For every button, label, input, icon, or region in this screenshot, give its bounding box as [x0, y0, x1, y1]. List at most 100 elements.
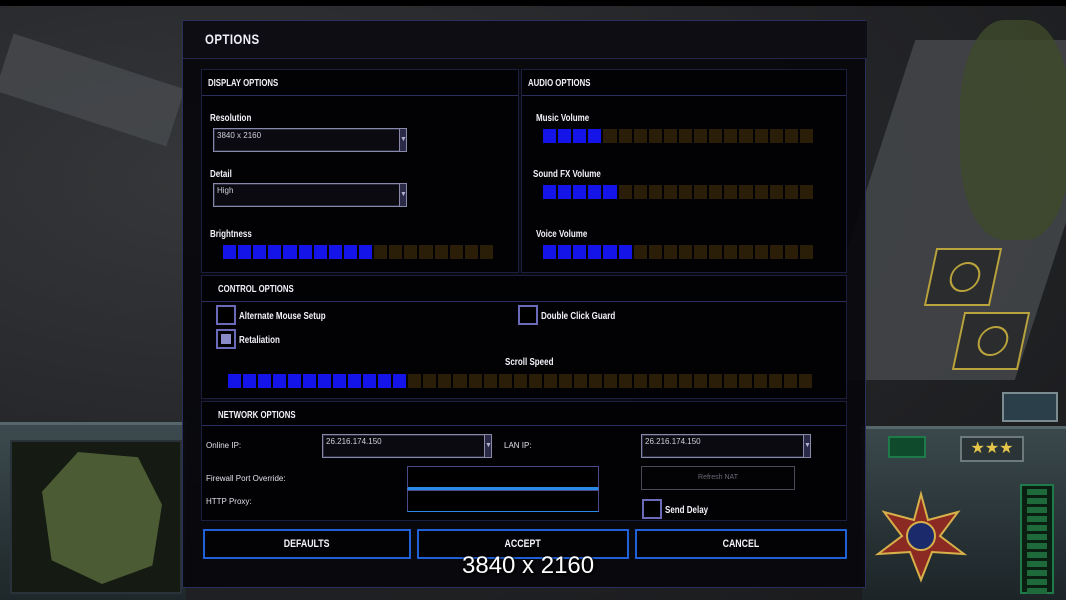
- resolution-label: Resolution: [210, 113, 252, 124]
- resolution-dropdown[interactable]: 3840 x 2160 ▼: [213, 128, 407, 152]
- slider-segment: [543, 185, 557, 199]
- slider-segment: [754, 129, 768, 143]
- slider-segment: [333, 374, 347, 388]
- minimap-terrain: [42, 452, 162, 584]
- slider-segment: [453, 374, 467, 388]
- slider-segment: [618, 245, 632, 259]
- slider-segment: [498, 374, 512, 388]
- triangle-down-icon: ▼: [399, 184, 407, 206]
- sound-fx-volume-slider[interactable]: [543, 185, 813, 199]
- lan-ip-value: 26.216.174.150: [645, 437, 701, 446]
- panel-header: CONTROL OPTIONS: [202, 276, 846, 302]
- refresh-nat-button[interactable]: Refresh NAT: [641, 466, 795, 490]
- slider-segment: [303, 374, 317, 388]
- slider-segment: [618, 185, 632, 199]
- slider-segment: [374, 245, 388, 259]
- lan-ip-dropdown[interactable]: 26.216.174.150 ▼: [641, 434, 811, 458]
- slider-segment: [663, 374, 677, 388]
- control-options-panel: CONTROL OPTIONS Alternate Mouse Setup Re…: [201, 275, 847, 399]
- slider-segment: [648, 245, 662, 259]
- slider-segment: [633, 129, 647, 143]
- display-options-panel: DISPLAY OPTIONS Resolution 3840 x 2160 ▼…: [201, 69, 519, 273]
- slider-segment: [328, 245, 342, 259]
- chevron-down-icon[interactable]: [888, 436, 926, 458]
- slider-segment: [449, 245, 463, 259]
- slider-segment: [724, 245, 738, 259]
- slider-segment: [358, 245, 373, 259]
- slider-segment: [663, 245, 677, 259]
- slider-segment: [754, 374, 768, 388]
- voice-volume-slider[interactable]: [543, 245, 813, 259]
- defaults-button[interactable]: DEFAULTS: [203, 529, 411, 559]
- slider-segment: [618, 374, 632, 388]
- alternate-mouse-setup-checkbox[interactable]: [216, 305, 236, 325]
- helipad: [951, 312, 1031, 370]
- unit-portrait-icon[interactable]: [1002, 392, 1058, 422]
- slider-segment: [543, 129, 557, 143]
- scroll-speed-slider[interactable]: [228, 374, 813, 388]
- lan-ip-label: LAN IP:: [504, 441, 532, 450]
- slider-segment: [288, 374, 302, 388]
- slider-segment: [739, 129, 753, 143]
- faction-emblem-icon: [874, 490, 968, 583]
- slider-segment: [603, 245, 617, 259]
- slider-segment: [603, 129, 617, 143]
- control-options-title: CONTROL OPTIONS: [218, 284, 294, 295]
- resolution-value: 3840 x 2160: [217, 131, 262, 140]
- slider-segment: [573, 185, 587, 199]
- panel-header: DISPLAY OPTIONS: [202, 70, 518, 96]
- slider-segment: [238, 245, 252, 259]
- slider-segment: [464, 245, 478, 259]
- firewall-port-override-input[interactable]: [407, 466, 599, 490]
- retaliation-checkbox[interactable]: [216, 329, 236, 349]
- slider-segment: [739, 374, 753, 388]
- double-click-guard-checkbox[interactable]: [518, 305, 538, 325]
- slider-segment: [419, 245, 433, 259]
- cancel-button-label: CANCEL: [722, 538, 760, 550]
- slider-segment: [588, 129, 602, 143]
- slider-segment: [513, 374, 527, 388]
- slider-segment: [243, 374, 257, 388]
- detail-label: Detail: [210, 169, 232, 180]
- slider-segment: [273, 374, 287, 388]
- minimap[interactable]: [10, 440, 182, 594]
- grass-area: [960, 20, 1066, 240]
- slider-segment: [404, 245, 418, 259]
- slider-segment: [724, 129, 738, 143]
- slider-segment: [438, 374, 452, 388]
- brightness-slider[interactable]: [223, 245, 493, 259]
- slider-segment: [393, 374, 407, 388]
- slider-segment: [258, 374, 272, 388]
- slider-segment: [318, 374, 332, 388]
- panel-header: NETWORK OPTIONS: [202, 402, 846, 426]
- slider-segment: [588, 245, 602, 259]
- detail-dropdown[interactable]: High ▼: [213, 183, 407, 207]
- slider-segment: [253, 245, 267, 259]
- slider-segment: [633, 245, 647, 259]
- cancel-button[interactable]: CANCEL: [635, 529, 847, 559]
- slider-segment: [283, 245, 297, 259]
- slider-segment: [769, 185, 783, 199]
- slider-segment: [558, 374, 572, 388]
- firewall-port-override-label: Firewall Port Override:: [206, 474, 286, 483]
- send-delay-checkbox[interactable]: [642, 499, 662, 519]
- slider-segment: [693, 374, 707, 388]
- music-volume-slider[interactable]: [543, 129, 813, 143]
- slider-segment: [694, 245, 708, 259]
- triangle-down-icon: ▼: [399, 129, 407, 151]
- slider-segment: [228, 374, 242, 388]
- http-proxy-input[interactable]: [407, 490, 599, 512]
- defaults-button-label: DEFAULTS: [284, 538, 330, 550]
- sound-fx-volume-label: Sound FX Volume: [533, 169, 601, 180]
- slider-segment: [648, 185, 662, 199]
- slider-segment: [799, 245, 813, 259]
- slider-segment: [313, 245, 327, 259]
- online-ip-dropdown[interactable]: 26.216.174.150 ▼: [322, 434, 492, 458]
- alternate-mouse-setup-label: Alternate Mouse Setup: [239, 311, 326, 322]
- music-volume-label: Music Volume: [536, 113, 590, 124]
- slider-segment: [479, 245, 493, 259]
- slider-segment: [223, 245, 237, 259]
- scroll-speed-label: Scroll Speed: [505, 357, 554, 368]
- slider-segment: [739, 185, 753, 199]
- slider-segment: [663, 185, 677, 199]
